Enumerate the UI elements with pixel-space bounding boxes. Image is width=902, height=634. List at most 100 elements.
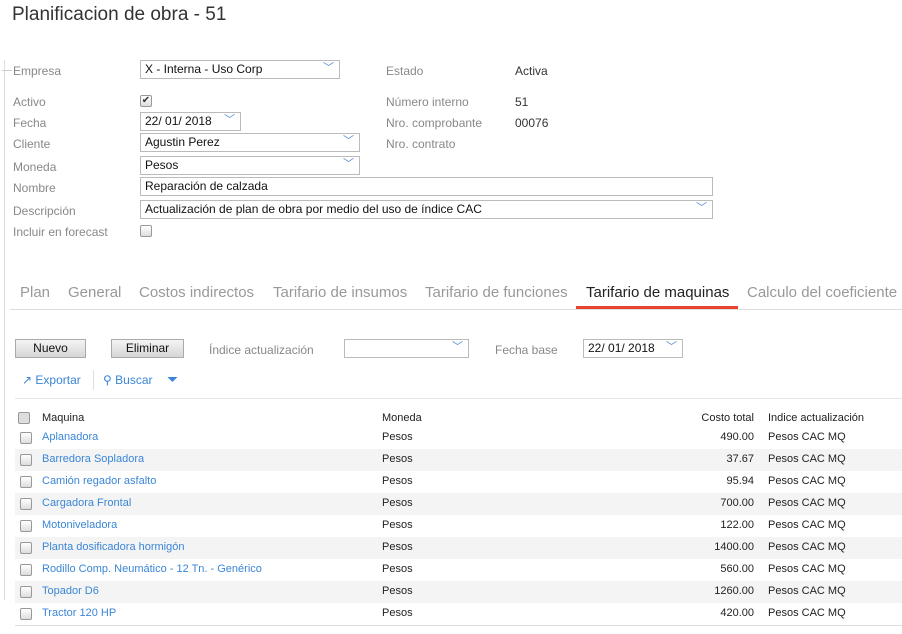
table-row[interactable]: Motoniveladora Pesos 122.00 Pesos CAC MQ (15, 515, 902, 537)
costo-cell: 490.00 (720, 431, 754, 443)
descripcion-label: Descripción (13, 204, 76, 218)
indice-cell: Pesos CAC MQ (768, 431, 846, 443)
indice-cell: Pesos CAC MQ (768, 453, 846, 465)
fecha-base-label: Fecha base (495, 343, 558, 357)
activo-checkbox[interactable]: ✔ (140, 95, 152, 107)
chevron-down-icon: ﹀ (343, 158, 354, 170)
moneda-cell: Pesos (382, 453, 413, 465)
table-body: Aplanadora Pesos 490.00 Pesos CAC MQ Bar… (0, 427, 902, 627)
maquina-link[interactable]: Planta dosificadora hormigón (42, 541, 184, 553)
table-row[interactable]: Topador D6 Pesos 1260.00 Pesos CAC MQ (15, 581, 902, 603)
empresa-label: Empresa (13, 64, 62, 78)
fecha-input[interactable]: 22/ 01/ 2018 ﹀ (140, 112, 241, 131)
moneda-cell: Pesos (382, 497, 413, 509)
buscar-button[interactable]: ⚲ Buscar (103, 373, 153, 387)
select-all-checkbox[interactable] (18, 412, 30, 424)
indice-select[interactable]: ﹀ (344, 339, 469, 358)
maquina-link[interactable]: Cargadora Frontal (42, 497, 131, 509)
maquina-link[interactable]: Tractor 120 HP (42, 607, 116, 619)
maquina-link[interactable]: Topador D6 (42, 585, 99, 597)
eliminar-button[interactable]: Eliminar (111, 339, 184, 358)
forecast-label: Incluir en forecast (13, 225, 108, 239)
chevron-down-icon: ﹀ (343, 135, 354, 147)
moneda-cell: Pesos (382, 541, 413, 553)
tab-plan[interactable]: Plan (20, 284, 50, 301)
divider (15, 625, 902, 626)
moneda-cell: Pesos (382, 431, 413, 443)
row-checkbox[interactable] (20, 432, 32, 444)
divider (2, 70, 12, 71)
chevron-down-icon: ﹀ (224, 114, 235, 126)
maquina-link[interactable]: Rodillo Comp. Neumático - 12 Tn. - Genér… (42, 563, 262, 575)
maquina-link[interactable]: Camión regador asfalto (42, 475, 156, 487)
indice-cell: Pesos CAC MQ (768, 585, 846, 597)
numero-value: 51 (515, 95, 529, 109)
estado-label: Estado (386, 64, 424, 78)
divider (15, 398, 902, 399)
divider (93, 370, 94, 390)
indice-cell: Pesos CAC MQ (768, 607, 846, 619)
header-indice[interactable]: Indice actualización (768, 412, 864, 424)
header-maquina[interactable]: Maquina (42, 412, 84, 424)
indice-cell: Pesos CAC MQ (768, 497, 846, 509)
exportar-button[interactable]: ↗ Exportar (22, 373, 81, 387)
chevron-down-icon: ﹀ (666, 341, 677, 353)
row-checkbox[interactable] (20, 476, 32, 488)
tab-tarifario-maquinas[interactable]: Tarifario de maquinas (586, 284, 729, 301)
table-row[interactable]: Cargadora Frontal Pesos 700.00 Pesos CAC… (15, 493, 902, 515)
tab-calculo-coeficiente[interactable]: Calculo del coeficiente (747, 284, 897, 301)
indice-cell: Pesos CAC MQ (768, 519, 846, 531)
row-checkbox[interactable] (20, 520, 32, 532)
numero-label: Número interno (386, 95, 469, 109)
fecha-label: Fecha (13, 116, 47, 130)
maquina-link[interactable]: Barredora Sopladora (42, 453, 144, 465)
indice-cell: Pesos CAC MQ (768, 475, 846, 487)
costo-cell: 560.00 (720, 563, 754, 575)
comprobante-value: 00076 (515, 116, 549, 130)
table-row[interactable]: Planta dosificadora hormigón Pesos 1400.… (15, 537, 902, 559)
tab-costos-indirectos[interactable]: Costos indirectos (139, 284, 254, 301)
indice-cell: Pesos CAC MQ (768, 563, 846, 575)
header-costo-total[interactable]: Costo total (701, 412, 754, 424)
moneda-cell: Pesos (382, 585, 413, 597)
chevron-down-icon: ﹀ (323, 62, 334, 74)
maquina-link[interactable]: Motoniveladora (42, 519, 117, 531)
table-row[interactable]: Camión regador asfalto Pesos 95.94 Pesos… (15, 471, 902, 493)
table-row[interactable]: Aplanadora Pesos 490.00 Pesos CAC MQ (15, 427, 902, 449)
empresa-select[interactable]: X - Interna - Uso Corp ﹀ (140, 60, 340, 79)
nombre-label: Nombre (13, 181, 56, 195)
activo-label: Activo (13, 95, 46, 109)
search-icon: ⚲ (103, 373, 112, 387)
filter-icon[interactable]: ⏷ (167, 371, 178, 388)
table-row[interactable]: Tractor 120 HP Pesos 420.00 Pesos CAC MQ (15, 603, 902, 625)
indice-label: Índice actualización (209, 343, 314, 357)
row-checkbox[interactable] (20, 586, 32, 598)
row-checkbox[interactable] (20, 608, 32, 620)
header-moneda[interactable]: Moneda (382, 412, 422, 424)
costo-cell: 1260.00 (714, 585, 754, 597)
table-row[interactable]: Barredora Sopladora Pesos 37.67 Pesos CA… (15, 449, 902, 471)
table-row[interactable]: Rodillo Comp. Neumático - 12 Tn. - Genér… (15, 559, 902, 581)
descripcion-select[interactable]: Actualización de plan de obra por medio … (140, 200, 713, 219)
moneda-select[interactable]: Pesos ﹀ (140, 156, 360, 175)
costo-cell: 37.67 (726, 453, 754, 465)
forecast-checkbox[interactable] (140, 225, 152, 237)
moneda-cell: Pesos (382, 563, 413, 575)
costo-cell: 700.00 (720, 497, 754, 509)
tab-general[interactable]: General (68, 284, 121, 301)
row-checkbox[interactable] (20, 454, 32, 466)
nuevo-button[interactable]: Nuevo (15, 339, 86, 358)
row-checkbox[interactable] (20, 564, 32, 576)
row-checkbox[interactable] (20, 498, 32, 510)
cliente-select[interactable]: Agustin Perez ﹀ (140, 133, 360, 152)
tab-tarifario-insumos[interactable]: Tarifario de insumos (273, 284, 407, 301)
comprobante-label: Nro. comprobante (386, 116, 483, 130)
nombre-input[interactable]: Reparación de calzada (140, 177, 713, 196)
moneda-cell: Pesos (382, 475, 413, 487)
estado-value: Activa (515, 64, 548, 78)
maquina-link[interactable]: Aplanadora (42, 431, 98, 443)
fecha-base-input[interactable]: 22/ 01/ 2018 ﹀ (583, 339, 683, 358)
tab-tarifario-funciones[interactable]: Tarifario de funciones (425, 284, 568, 301)
costo-cell: 95.94 (726, 475, 754, 487)
row-checkbox[interactable] (20, 542, 32, 554)
